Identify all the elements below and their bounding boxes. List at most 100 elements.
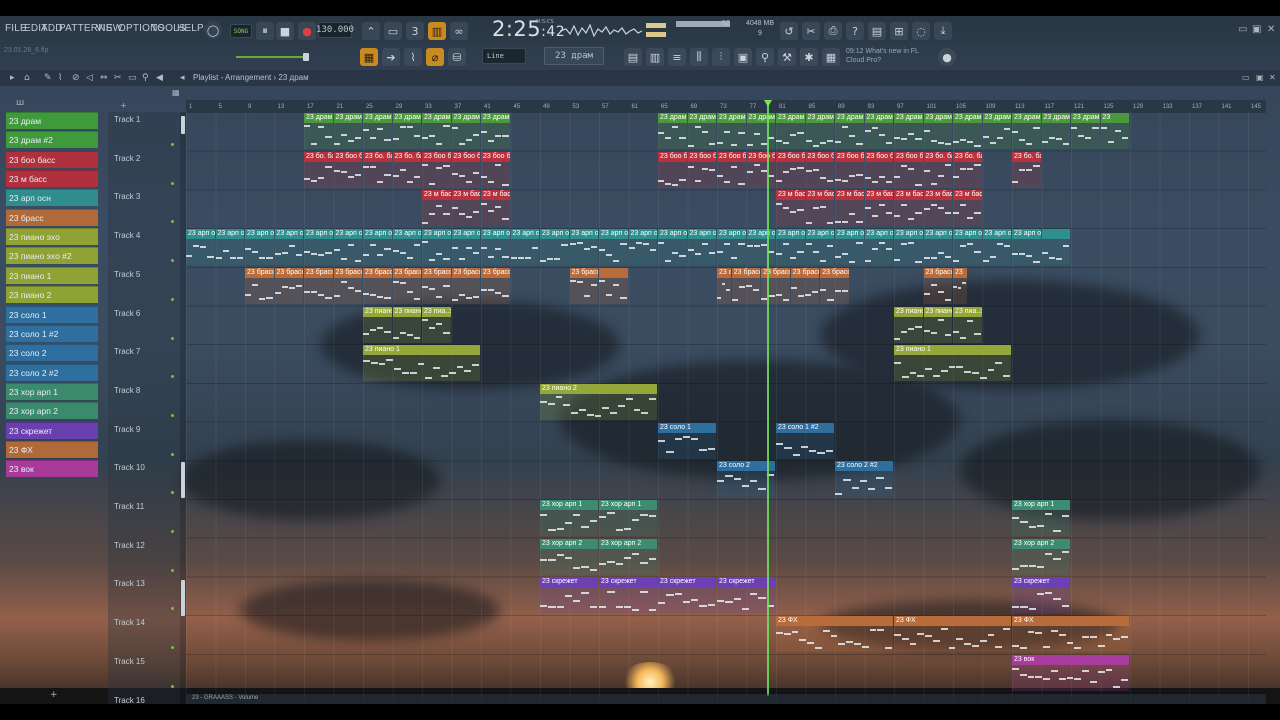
pattern-clip[interactable]: 23 драм #2 [717, 113, 746, 149]
browser-icon[interactable]: ⫶ [712, 48, 730, 66]
grid-toggle-icon[interactable]: ▦ [172, 88, 180, 97]
pattern-clip[interactable]: 23 драм #2 [658, 113, 687, 149]
tools-icon[interactable]: ✱ [800, 48, 818, 66]
pattern-clip[interactable]: 23 м басс [894, 190, 923, 227]
arrow-left-icon[interactable]: ▸ [10, 73, 15, 83]
pattern-clip[interactable]: 23 хор арп 2 [1012, 538, 1070, 575]
pattern-clip[interactable]: 23 брасс [820, 267, 849, 304]
pattern-clip[interactable]: 23 м басс [776, 190, 805, 227]
pattern-clip[interactable]: 23 пиано эхо [363, 306, 392, 343]
track-enable-indicator[interactable] [171, 568, 174, 572]
search-icon[interactable]: ◯ [204, 21, 222, 39]
pattern-clip[interactable]: 23 брасс [363, 267, 392, 304]
track-enable-indicator[interactable] [171, 297, 174, 301]
pattern-clip[interactable]: 23 брасс [731, 267, 761, 304]
pattern-clip[interactable]: 23 ФХ [1012, 616, 1129, 653]
pattern-clip[interactable]: 23 м басс [422, 190, 451, 227]
pattern-clip[interactable]: 23 боо басс [481, 151, 510, 188]
pattern-clip[interactable]: 23 арп осн [481, 229, 510, 266]
pattern-clip[interactable]: 23 пиано 1 [363, 345, 480, 382]
pattern-clip[interactable]: 23 бо. басс [363, 151, 392, 188]
pattern-mode-icon[interactable]: ▦ [360, 48, 378, 66]
pattern-clip[interactable]: 23 драм [805, 113, 834, 149]
pattern-clip[interactable]: 23 арп осн [245, 229, 274, 266]
playlist-menu-icon[interactable]: ◂ [180, 73, 185, 83]
track-label[interactable]: Track 9 [114, 425, 140, 434]
stop-icon[interactable]: ■ [276, 22, 294, 40]
playlist-icon[interactable]: ≡ [668, 48, 686, 66]
pattern-clip[interactable]: 23 боо басс [658, 151, 687, 188]
menu-help[interactable]: HELP [177, 23, 204, 34]
pattern-clip[interactable]: 23 драм [864, 113, 893, 149]
undo-icon[interactable]: ↺ [780, 22, 798, 40]
pattern-clip[interactable]: 23 бо. басс [304, 151, 333, 188]
pattern-clip[interactable]: 23 арп осн [215, 229, 244, 266]
pattern-clip[interactable]: 23 драм [481, 113, 510, 149]
pattern-clip[interactable]: 23 м басс [953, 190, 982, 227]
track-label[interactable]: Track 7 [114, 347, 140, 356]
pattern-clip[interactable]: 23 арп осн [982, 229, 1011, 266]
pattern-clip[interactable]: 23 бо. басс [923, 151, 952, 188]
pattern-item[interactable]: 23 соло 1 [6, 305, 98, 323]
pattern-item[interactable]: 23 брасс [6, 208, 98, 226]
mute-icon[interactable]: ◁ [86, 73, 93, 83]
pattern-clip[interactable]: 23 скрежет [599, 577, 657, 614]
pattern-clip[interactable]: 23 сс [717, 267, 731, 304]
arrow-icon[interactable]: ➔ [382, 48, 400, 66]
slip-icon[interactable]: ⇔ [100, 73, 108, 83]
pattern-clip[interactable]: 23 арп осн [540, 229, 569, 266]
automation-strip[interactable] [186, 694, 1266, 704]
pattern-clip[interactable]: 23 м басс [835, 190, 864, 227]
pattern-clip[interactable]: 23 боо басс [422, 151, 451, 188]
pattern-clip[interactable]: 23 брасс [274, 267, 303, 304]
wait-icon[interactable]: ▭ [384, 22, 402, 40]
slice-icon[interactable]: ✂ [114, 73, 122, 83]
metronome-icon[interactable]: ⌃ [362, 22, 380, 40]
mixer-icon[interactable]: ▤ [868, 22, 886, 40]
pattern-clip[interactable]: 23 скрежет [540, 577, 598, 614]
pattern-clip[interactable]: 23 арп осн [953, 229, 982, 266]
pattern-item[interactable]: 23 м басс [6, 170, 98, 188]
step-edit-icon[interactable]: ▥ [428, 22, 446, 40]
scrollbar-thumb[interactable] [181, 462, 185, 498]
pattern-item[interactable]: 23 пиано 1 [6, 266, 98, 284]
play-icon[interactable]: ⏸ [256, 22, 274, 40]
pattern-clip[interactable]: 23 драм [776, 113, 805, 149]
pattern-clip[interactable]: 23 брасс [392, 267, 421, 304]
pattern-clip[interactable]: 23 боо басс [451, 151, 480, 188]
track-enable-indicator[interactable] [171, 143, 174, 146]
pattern-item[interactable]: 23 соло 2 #2 [6, 363, 98, 381]
pattern-clip[interactable]: 23 брасс [422, 267, 451, 304]
song-mode-toggle[interactable]: SONG [230, 24, 252, 38]
pattern-clip[interactable]: 23 соло 1 [658, 422, 716, 459]
pattern-clip[interactable]: 23 арп осн [776, 229, 805, 266]
pattern-selector[interactable]: 23 драм [544, 47, 604, 65]
pattern-clip[interactable]: 23 боо басс [864, 151, 893, 188]
pattern-clip[interactable]: 23 драм #2 [363, 113, 392, 149]
pattern-clip[interactable]: 23 арп осн [658, 229, 687, 266]
pattern-clip[interactable]: 23 брасс [304, 267, 333, 304]
pattern-clip[interactable]: 23 хор арп 2 [599, 538, 657, 575]
snap-selector[interactable]: Line [482, 48, 526, 64]
stamp-icon[interactable]: ⛁ [448, 48, 466, 66]
pattern-item[interactable]: 23 драм [6, 112, 98, 129]
pattern-clip[interactable]: 23 пиано эхо [923, 306, 952, 343]
track-label[interactable]: Track 5 [114, 270, 140, 279]
pattern-clip[interactable]: 23 драм #2 [1012, 113, 1041, 149]
add-track-icon[interactable]: + [120, 101, 127, 110]
pattern-clip[interactable]: 23 арп осн [422, 229, 451, 266]
link-icon[interactable]: ⌀ [426, 48, 444, 66]
pattern-clip[interactable]: 23 м басс [805, 190, 834, 227]
track-label[interactable]: Track 15 [114, 657, 145, 666]
cut-icon[interactable]: ✂ [802, 22, 820, 40]
pattern-item[interactable]: 23 хор арп 2 [6, 402, 98, 420]
pattern-clip[interactable]: 23 скрежет [658, 577, 716, 614]
track-label[interactable]: Track 12 [114, 541, 145, 550]
pattern-clip[interactable]: 23 драм [1071, 113, 1100, 149]
pattern-clip[interactable]: 23 боо басс [776, 151, 805, 188]
playhead-marker[interactable] [764, 100, 772, 107]
pattern-clip[interactable]: 23 арп осн [717, 229, 746, 266]
pattern-item[interactable]: 23 скрежет [6, 421, 98, 439]
loop-record-icon[interactable]: ∞ [450, 22, 468, 40]
pattern-clip[interactable]: 23 арп осн [569, 229, 598, 266]
